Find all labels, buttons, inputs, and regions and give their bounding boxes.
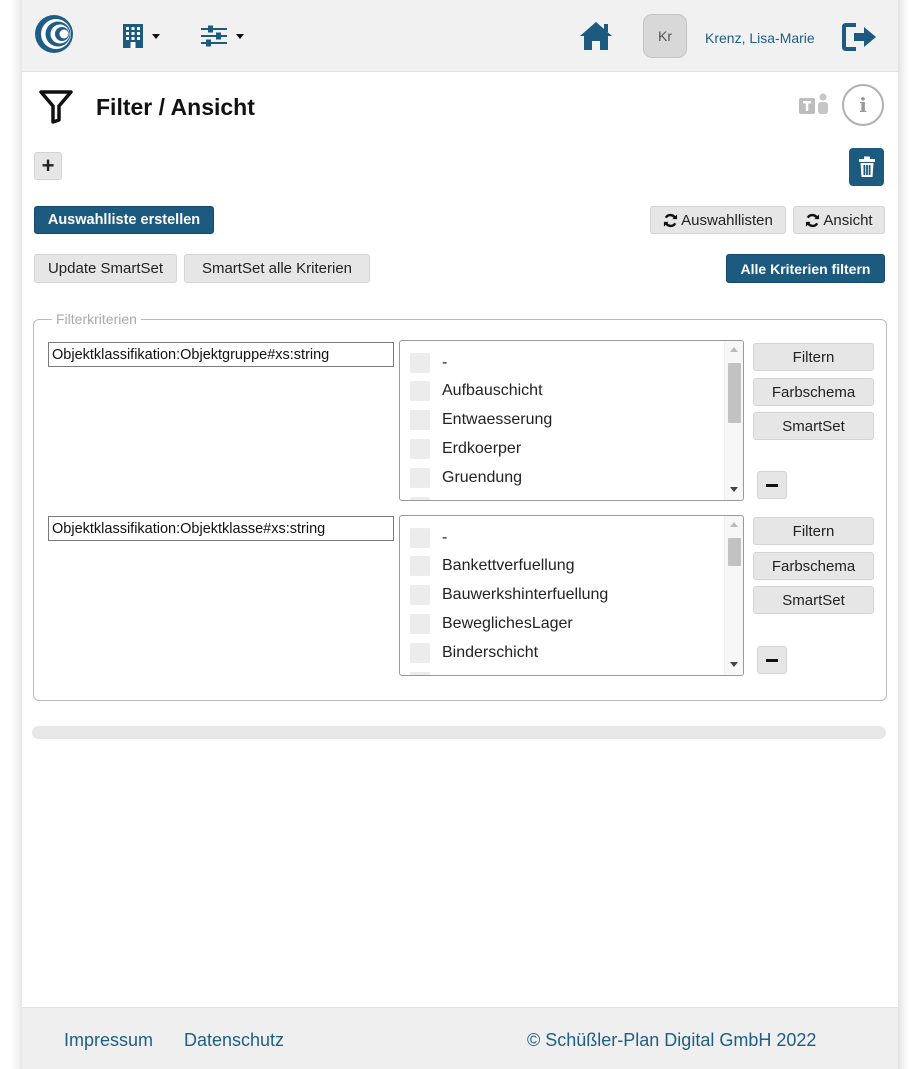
checkbox [410,497,430,500]
option-label: Aufbauschicht [442,382,543,399]
checkbox [410,672,430,675]
checkbox[interactable] [410,585,430,605]
option-label: - [442,354,448,371]
list-scrollbar[interactable] [724,341,743,500]
refresh-icon [806,213,820,227]
avatar-initials: Kr [658,28,672,44]
trash-icon [858,156,875,177]
page-shadow-left [0,0,22,1069]
list-item[interactable]: Bankettverfuellung [410,554,575,578]
impressum-link[interactable]: Impressum [64,1030,153,1051]
scroll-down-icon[interactable] [730,662,738,667]
swirl-logo-icon[interactable] [34,14,74,54]
option-label: Bauwerkshinterfuellung [442,586,609,603]
page-title: Filter / Ansicht [96,94,255,120]
filter-criteria-fieldset: Filterkriterien - Aufbauschicht Entwaess… [33,311,887,701]
progress-bar [32,726,886,739]
scroll-down-icon[interactable] [730,487,738,492]
user-name[interactable]: Krenz, Lisa-Marie [705,30,815,46]
fieldset-legend: Filterkriterien [52,311,141,327]
refresh-icon [664,213,678,227]
filter-button[interactable]: Filtern [753,343,874,371]
add-criterion-button[interactable]: + [34,152,62,180]
copyright-text: © Schüßler-Plan Digital GmbH 2022 [527,1030,817,1050]
create-list-button[interactable]: Auswahlliste erstellen [34,206,214,234]
option-label: Binderschicht [442,644,539,661]
minus-icon [766,658,778,662]
delete-button[interactable] [849,148,884,186]
building-dropdown[interactable] [122,22,160,50]
list-scrollbar[interactable] [724,516,743,675]
app-panel: Kr Krenz, Lisa-Marie Filter / Ansicht i … [22,0,898,1069]
scroll-up-icon[interactable] [730,522,738,527]
privacy-link[interactable]: Datenschutz [184,1030,284,1051]
update-smartset-button[interactable]: Update SmartSet [34,254,177,283]
remove-criterion-button[interactable] [757,471,787,499]
scrollbar-thumb[interactable] [728,538,741,566]
refresh-lists-label: Auswahllisten [681,211,773,229]
refresh-view-label: Ansicht [823,211,873,229]
logout-icon[interactable] [842,22,878,52]
option-label: Bankettverfuellung [442,557,575,574]
checkbox[interactable] [410,556,430,576]
list-item-partial [410,670,442,675]
option-label: Gruendung [442,469,523,486]
filter-button[interactable]: Filtern [753,517,874,545]
list-item[interactable]: - [410,526,447,550]
checkbox[interactable] [410,353,430,373]
option-label: Entwaesserung [442,411,553,428]
avatar[interactable]: Kr [643,14,687,58]
chevron-down-icon [152,33,160,39]
list-item[interactable]: Bauwerkshinterfuellung [410,583,608,607]
smartset-button[interactable]: SmartSet [753,412,874,440]
home-icon[interactable] [578,20,614,52]
criterion-options-list[interactable]: - Aufbauschicht Entwaesserung Erdkoerper… [399,340,744,501]
option-label: Erdkoerper [442,440,522,457]
settings-dropdown[interactable] [200,22,244,50]
checkbox[interactable] [410,614,430,634]
building-icon [123,24,143,48]
criterion-field-input[interactable] [48,516,394,541]
refresh-view-button[interactable]: Ansicht [793,206,885,234]
checkbox[interactable] [410,381,430,401]
checkbox[interactable] [410,528,430,548]
top-bar: Kr Krenz, Lisa-Marie [22,0,898,72]
list-item[interactable]: Binderschicht [410,641,538,665]
smartset-button[interactable]: SmartSet [753,586,874,614]
funnel-icon [39,90,73,124]
scrollbar-thumb[interactable] [728,363,741,423]
minus-icon [766,483,778,487]
list-item[interactable]: BeweglichesLager [410,612,573,636]
list-item[interactable]: Aufbauschicht [410,379,543,403]
option-label: BeweglichesLager [442,615,573,632]
filter-all-criteria-button[interactable]: Alle Kriterien filtern [726,254,885,283]
remove-criterion-button[interactable] [757,646,787,674]
chevron-down-icon [236,33,244,39]
list-item[interactable]: Entwaesserung [410,408,552,432]
scroll-up-icon[interactable] [730,347,738,352]
color-scheme-button[interactable]: Farbschema [753,552,874,580]
criterion-options-list[interactable]: - Bankettverfuellung Bauwerkshinterfuell… [399,515,744,676]
option-label: - [442,529,448,546]
teams-icon[interactable] [799,92,833,118]
sliders-icon [201,25,227,47]
page-shadow-right [898,0,915,1069]
refresh-lists-button[interactable]: Auswahllisten [650,206,786,234]
smartset-all-criteria-button[interactable]: SmartSet alle Kriterien [184,254,370,283]
criterion-field-input[interactable] [48,342,394,367]
list-item[interactable]: Erdkoerper [410,437,521,461]
checkbox[interactable] [410,439,430,459]
color-scheme-button[interactable]: Farbschema [753,378,874,406]
checkbox[interactable] [410,643,430,663]
list-item[interactable]: Gruendung [410,466,522,490]
list-item[interactable]: - [410,351,447,375]
checkbox[interactable] [410,468,430,488]
list-item-partial [410,495,442,500]
info-icon[interactable]: i [842,84,884,126]
checkbox[interactable] [410,410,430,430]
